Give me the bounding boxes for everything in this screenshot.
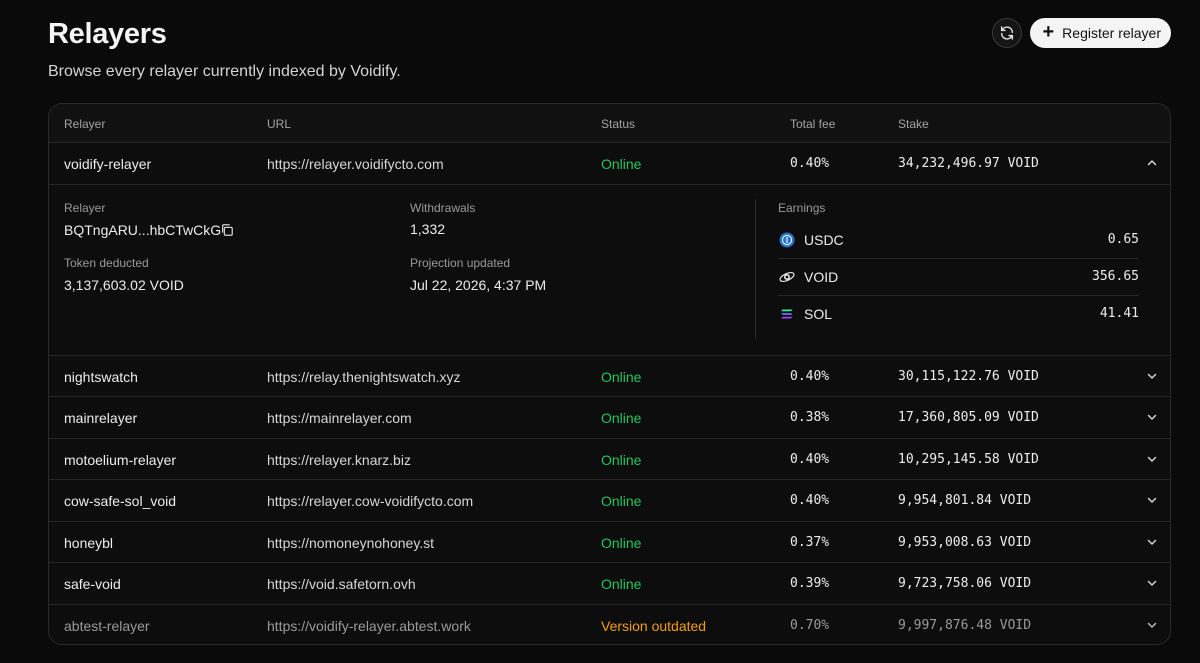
earnings-label: Earnings — [778, 200, 826, 215]
detail-withdrawals-value: 1,332 — [410, 220, 446, 237]
status-badge: Online — [601, 576, 642, 592]
earnings-amount: 356.65 — [1092, 268, 1139, 284]
relayer-detail-panel: Relayer BQTngARU...hbCTwCkG Withdrawals … — [49, 185, 1170, 356]
total-fee: 0.40% — [790, 156, 830, 171]
relayer-name: voidify-relayer — [64, 156, 152, 172]
detail-projection-value: Jul 22, 2026, 4:37 PM — [410, 276, 547, 293]
table-row[interactable]: honeybl https://nomoneynohoney.st Online… — [49, 522, 1170, 563]
stake-value: 17,360,805.09 VOID — [898, 410, 1039, 425]
total-fee: 0.70% — [790, 617, 830, 633]
page-header: Relayers Browse every relayer currently … — [48, 18, 401, 81]
chevron-down-icon[interactable] — [1146, 370, 1158, 382]
relayer-url: https://relayer.voidifycto.com — [267, 156, 444, 172]
stake-value: 9,954,801.84 VOID — [898, 493, 1032, 508]
stake-value: 9,997,876.48 VOID — [898, 617, 1032, 633]
chevron-down-icon[interactable] — [1146, 411, 1158, 423]
sol-icon — [781, 309, 793, 318]
status-badge: Version outdated — [601, 617, 707, 634]
void-icon — [779, 271, 795, 282]
chevron-down-icon[interactable] — [1146, 494, 1158, 506]
column-header-total-fee: Total fee — [790, 117, 836, 131]
column-header-url: URL — [267, 117, 292, 131]
relayer-name: cow-safe-sol_void — [64, 493, 177, 509]
plus-icon: + — [1042, 21, 1055, 43]
table-row[interactable]: nightswatch https://relay.thenightswatch… — [49, 356, 1170, 397]
detail-withdrawals-label: Withdrawals — [410, 200, 476, 215]
chevron-down-icon[interactable] — [1146, 619, 1158, 631]
relayer-name: motoelium-relayer — [64, 451, 177, 468]
earnings-amount: 0.65 — [1107, 231, 1139, 247]
page-subtitle: Browse every relayer currently indexed b… — [48, 63, 401, 80]
earnings-amount: 41.41 — [1099, 305, 1139, 321]
column-header-status: Status — [601, 117, 636, 131]
relayer-name: mainrelayer — [64, 410, 138, 426]
usdc-icon — [779, 232, 795, 247]
page-title: Relayers — [48, 18, 167, 50]
stake-value: 10,295,145.58 VOID — [898, 451, 1039, 467]
register-relayer-label: Register relayer — [1062, 25, 1161, 41]
detail-token-deducted-value: 3,137,603.02 VOID — [64, 276, 184, 293]
relayer-url: https://relay.thenightswatch.xyz — [267, 368, 461, 385]
relayer-name: nightswatch — [64, 368, 138, 385]
column-header-stake: Stake — [898, 117, 929, 131]
stake-value: 30,115,122.76 VOID — [898, 368, 1039, 384]
refresh-icon — [1001, 26, 1014, 40]
table-row[interactable]: abtest-relayer https://voidify-relayer.a… — [49, 605, 1170, 645]
relayer-url: https://nomoneynohoney.st — [267, 534, 435, 551]
status-badge: Online — [601, 156, 642, 172]
status-badge: Online — [601, 368, 642, 385]
column-header-relayer: Relayer — [64, 117, 106, 131]
total-fee: 0.40% — [790, 493, 830, 508]
relayer-name: honeybl — [64, 534, 114, 551]
table-row[interactable]: cow-safe-sol_void https://relayer.cow-vo… — [49, 480, 1170, 522]
relayers-table: Relayer URL Status Total fee Stake voidi… — [48, 103, 1171, 645]
table-row[interactable]: safe-void https://void.safetorn.ovh Onli… — [49, 563, 1170, 605]
total-fee: 0.38% — [790, 410, 830, 425]
toolbar: + Register relayer — [992, 18, 1171, 48]
relayer-url: https://voidify-relayer.abtest.work — [267, 617, 471, 634]
earnings-row-usdc: USDC 0.65 — [778, 222, 1139, 259]
total-fee: 0.37% — [790, 534, 830, 550]
table-row[interactable]: mainrelayer https://mainrelayer.com Onli… — [49, 397, 1170, 439]
register-relayer-button[interactable]: + Register relayer — [1030, 18, 1171, 48]
detail-relayer-label: Relayer — [64, 200, 106, 215]
detail-divider — [755, 198, 756, 339]
status-badge: Online — [601, 534, 642, 551]
chevron-down-icon[interactable] — [1146, 453, 1158, 465]
chevron-down-icon[interactable] — [1146, 577, 1158, 589]
total-fee: 0.40% — [790, 368, 830, 384]
earnings-token: SOL — [804, 305, 833, 322]
relayer-url: https://mainrelayer.com — [267, 410, 412, 426]
total-fee: 0.40% — [790, 451, 830, 467]
relayer-url: https://relayer.knarz.biz — [267, 451, 411, 468]
relayer-url: https://relayer.cow-voidifycto.com — [267, 493, 474, 509]
earnings-token: VOID — [804, 268, 839, 285]
copy-icon[interactable] — [220, 223, 234, 237]
status-badge: Online — [601, 493, 642, 509]
table-row[interactable]: voidify-relayer https://relayer.voidifyc… — [49, 143, 1170, 185]
relayer-name: abtest-relayer — [64, 617, 150, 634]
stake-value: 9,723,758.06 VOID — [898, 576, 1032, 591]
table-header: Relayer URL Status Total fee Stake — [49, 104, 1170, 143]
status-badge: Online — [601, 451, 642, 468]
stake-value: 34,232,496.97 VOID — [898, 156, 1039, 171]
earnings-row-sol: SOL 41.41 — [778, 296, 1139, 333]
chevron-down-icon[interactable] — [1146, 536, 1158, 548]
stake-value: 9,953,008.63 VOID — [898, 534, 1032, 550]
chevron-up-icon[interactable] — [1146, 157, 1158, 169]
relayer-name: safe-void — [64, 576, 121, 592]
refresh-button[interactable] — [992, 18, 1023, 48]
status-badge: Online — [601, 410, 642, 426]
earnings-token: USDC — [804, 231, 844, 248]
detail-relayer-address: BQTngARU...hbCTwCkG — [64, 221, 222, 238]
table-row[interactable]: motoelium-relayer https://relayer.knarz.… — [49, 439, 1170, 480]
detail-projection-label: Projection updated — [410, 255, 511, 270]
detail-token-deducted-label: Token deducted — [64, 255, 149, 270]
total-fee: 0.39% — [790, 576, 830, 591]
earnings-row-void: VOID 356.65 — [778, 259, 1139, 296]
relayer-url: https://void.safetorn.ovh — [267, 576, 416, 592]
